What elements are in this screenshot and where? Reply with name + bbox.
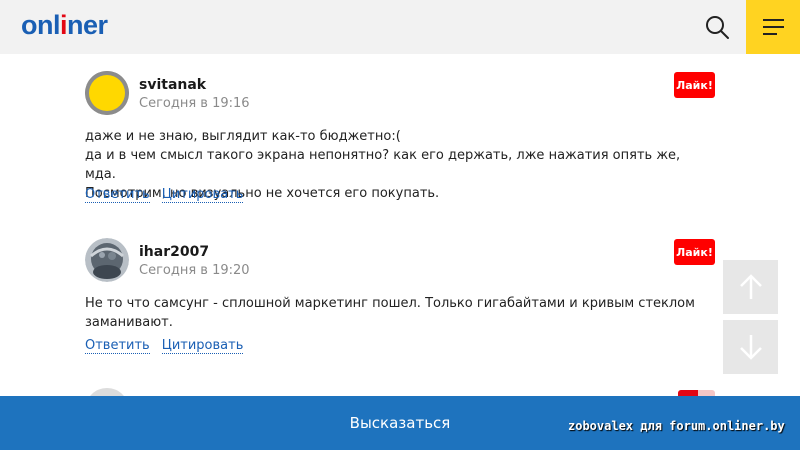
reply-link[interactable]: Ответить xyxy=(85,187,150,203)
hamburger-line xyxy=(763,26,784,28)
comment-line: даже и не знаю, выглядит как-то бюджетно… xyxy=(85,129,401,144)
arrow-down-icon xyxy=(739,335,762,360)
comment-line: да и в чем смысл такого экрана непонятно… xyxy=(85,148,681,182)
top-bar: onliner xyxy=(0,0,800,54)
comment-author[interactable]: svitanak xyxy=(139,77,206,93)
watermark: zobovalex для forum.onliner.by xyxy=(568,419,785,433)
logo-text-start: onl xyxy=(21,10,61,40)
quote-link[interactable]: Цитировать xyxy=(161,338,244,354)
arrow-up-icon xyxy=(739,274,762,299)
onliner-logo[interactable]: onliner xyxy=(21,10,108,41)
search-icon xyxy=(706,16,729,39)
comment: svitanak Сегодня в 19:16 Лайк! даже и не… xyxy=(85,71,715,206)
avatar[interactable] xyxy=(85,71,129,115)
avatar-image xyxy=(85,71,129,115)
comment-actions: Ответить Цитировать xyxy=(85,338,255,354)
reply-link[interactable]: Ответить xyxy=(85,338,150,354)
scroll-down-button[interactable] xyxy=(723,320,778,374)
like-button[interactable]: Лайк! xyxy=(674,239,715,265)
hamburger-line xyxy=(763,33,777,35)
comment-author[interactable]: ihar2007 xyxy=(139,244,209,260)
menu-button[interactable] xyxy=(746,0,800,54)
scroll-up-button[interactable] xyxy=(723,260,778,314)
comment-time: Сегодня в 19:20 xyxy=(139,263,250,278)
comment-actions: Ответить Цитировать xyxy=(85,187,255,203)
avatar-image xyxy=(85,238,129,282)
avatar[interactable] xyxy=(85,238,129,282)
quote-link[interactable]: Цитировать xyxy=(161,187,244,203)
logo-text-end: ner xyxy=(67,10,108,40)
hamburger-icon xyxy=(763,19,784,21)
comment: ihar2007 Сегодня в 19:20 Лайк! Не то что… xyxy=(85,238,715,358)
comment-time: Сегодня в 19:16 xyxy=(139,96,250,111)
like-button[interactable]: Лайк! xyxy=(674,72,715,98)
comment-line: Не то что самсунг - сплошной маркетинг п… xyxy=(85,296,695,311)
comment-line: заманивают. xyxy=(85,315,173,330)
comment-text: Не то что самсунг - сплошной маркетинг п… xyxy=(85,294,715,332)
search-button[interactable] xyxy=(700,10,734,44)
logo-text-accent: i xyxy=(60,10,68,40)
